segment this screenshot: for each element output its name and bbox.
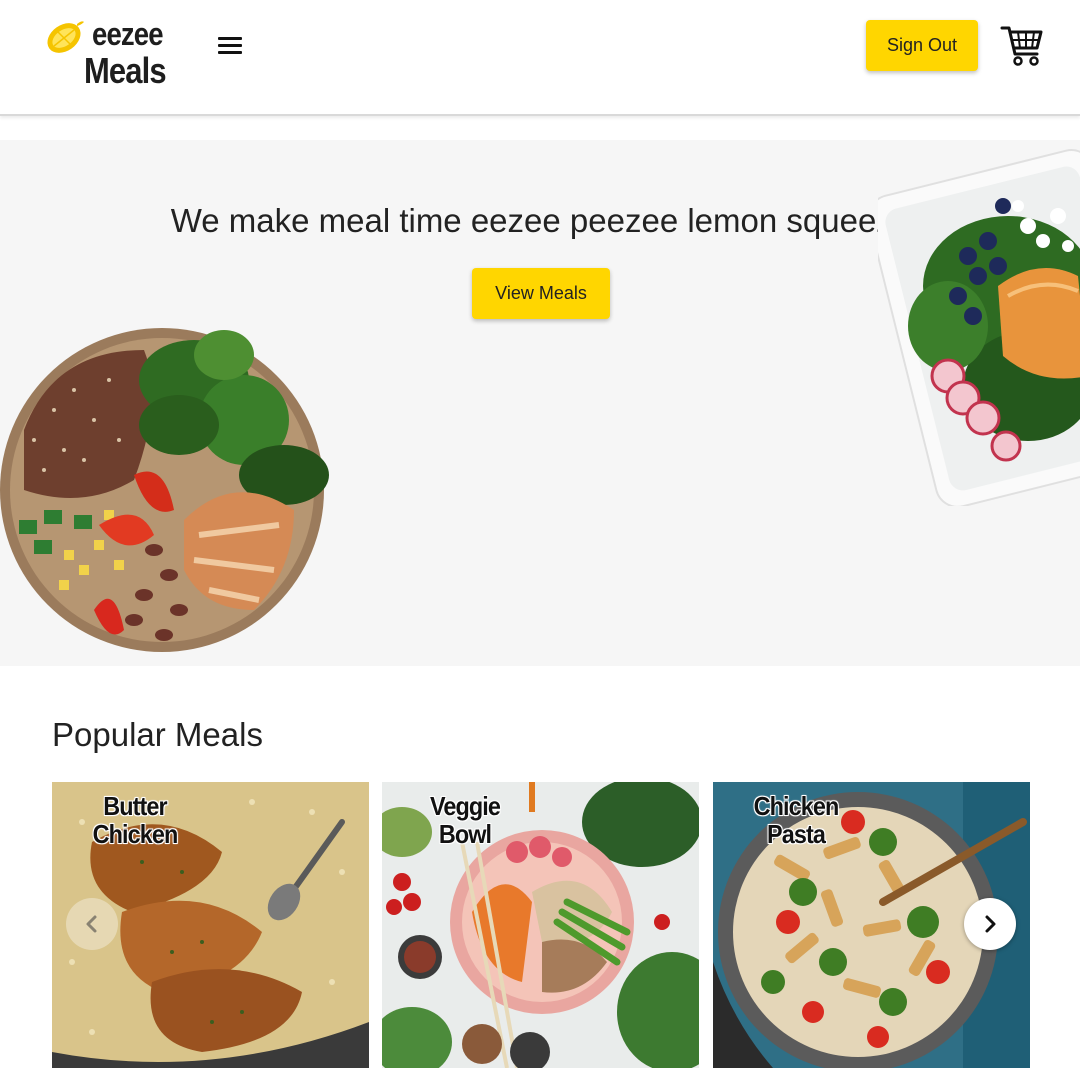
meal-card-title: Veggie Bowl (429, 791, 502, 849)
shopping-cart-icon[interactable] (1000, 22, 1044, 68)
site-header: eezee Meals Sign Out (0, 0, 1080, 116)
lemon-icon (47, 21, 84, 53)
meals-carousel: Butter Chicken Veggie Bowl Chicken Pasta (52, 782, 1030, 1068)
logo-text-bottom: Meals (84, 50, 167, 91)
hero-banner: We make meal time eezee peezee lemon squ… (0, 140, 1080, 666)
carousel-prev-button[interactable] (66, 898, 118, 950)
hamburger-menu-icon[interactable] (214, 30, 246, 62)
meal-card-veggie-bowl[interactable]: Veggie Bowl (382, 782, 699, 1068)
carousel-next-button[interactable] (964, 898, 1016, 950)
view-meals-button[interactable]: View Meals (472, 268, 610, 319)
chevron-right-icon (985, 915, 996, 933)
sign-out-button[interactable]: Sign Out (866, 20, 978, 71)
grain-bowl-image (0, 328, 329, 652)
brand-logo[interactable]: eezee Meals (44, 14, 184, 94)
logo-text-top: eezee (92, 16, 164, 52)
salmon-plate-image (878, 149, 1080, 506)
popular-meals-heading: Popular Meals (52, 716, 263, 753)
meal-card-title: Chicken Pasta (753, 791, 840, 849)
meal-card-title: Butter Chicken (92, 791, 179, 849)
chevron-left-icon (86, 915, 97, 933)
